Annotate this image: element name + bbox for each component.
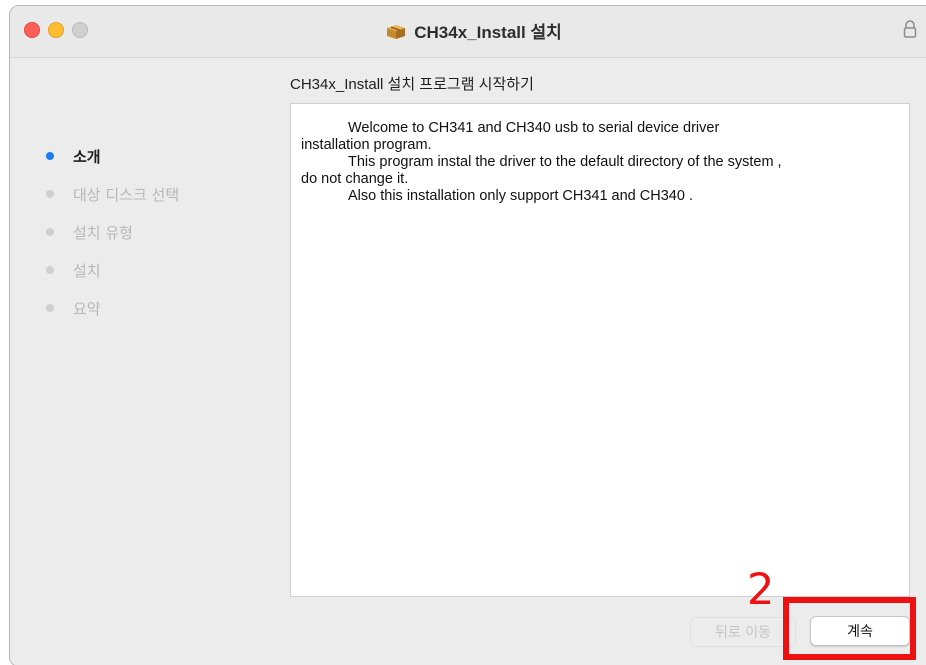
step-bullet-active (46, 152, 54, 160)
step-bullet (46, 266, 54, 274)
welcome-line: installation program. (301, 137, 432, 153)
lock-icon (903, 20, 917, 38)
step-introduction: 소개 (46, 137, 179, 175)
annotation-highlight-box (783, 597, 916, 660)
title-bar[interactable]: CH34x_Install 설치 (10, 6, 926, 58)
step-bullet (46, 190, 54, 198)
step-label: 소개 (73, 147, 101, 166)
annotation-step-number: 2 (747, 565, 775, 615)
welcome-line: do not change it. (301, 171, 409, 187)
step-label: 설치 (73, 261, 101, 280)
step-installation-type: 설치 유형 (46, 213, 179, 251)
window-title-area: CH34x_Install 설치 (10, 18, 926, 43)
page-heading: CH34x_Install 설치 프로그램 시작하기 (290, 76, 534, 93)
go-back-button[interactable]: 뒤로 이동 (690, 617, 796, 647)
step-label: 설치 유형 (73, 223, 133, 242)
installer-window: CH34x_Install 설치 CH34x_Install 설치 프로그램 시… (9, 5, 926, 665)
step-label: 요약 (73, 299, 101, 318)
step-label: 대상 디스크 선택 (73, 185, 180, 204)
installer-steps: 소개 대상 디스크 선택 설치 유형 설치 요약 (46, 137, 179, 327)
welcome-text-panel[interactable]: Welcome to CH341 and CH340 usb to serial… (290, 103, 910, 597)
step-summary: 요약 (46, 289, 179, 327)
step-bullet (46, 228, 54, 236)
welcome-line: This program instal the driver to the de… (348, 154, 782, 170)
step-bullet (46, 304, 54, 312)
step-installation: 설치 (46, 251, 179, 289)
welcome-line: Also this installation only support CH34… (348, 188, 693, 204)
step-destination-select: 대상 디스크 선택 (46, 175, 179, 213)
welcome-line: Welcome to CH341 and CH340 usb to serial… (348, 120, 720, 136)
package-icon (387, 25, 406, 39)
window-title: CH34x_Install 설치 (414, 23, 562, 42)
